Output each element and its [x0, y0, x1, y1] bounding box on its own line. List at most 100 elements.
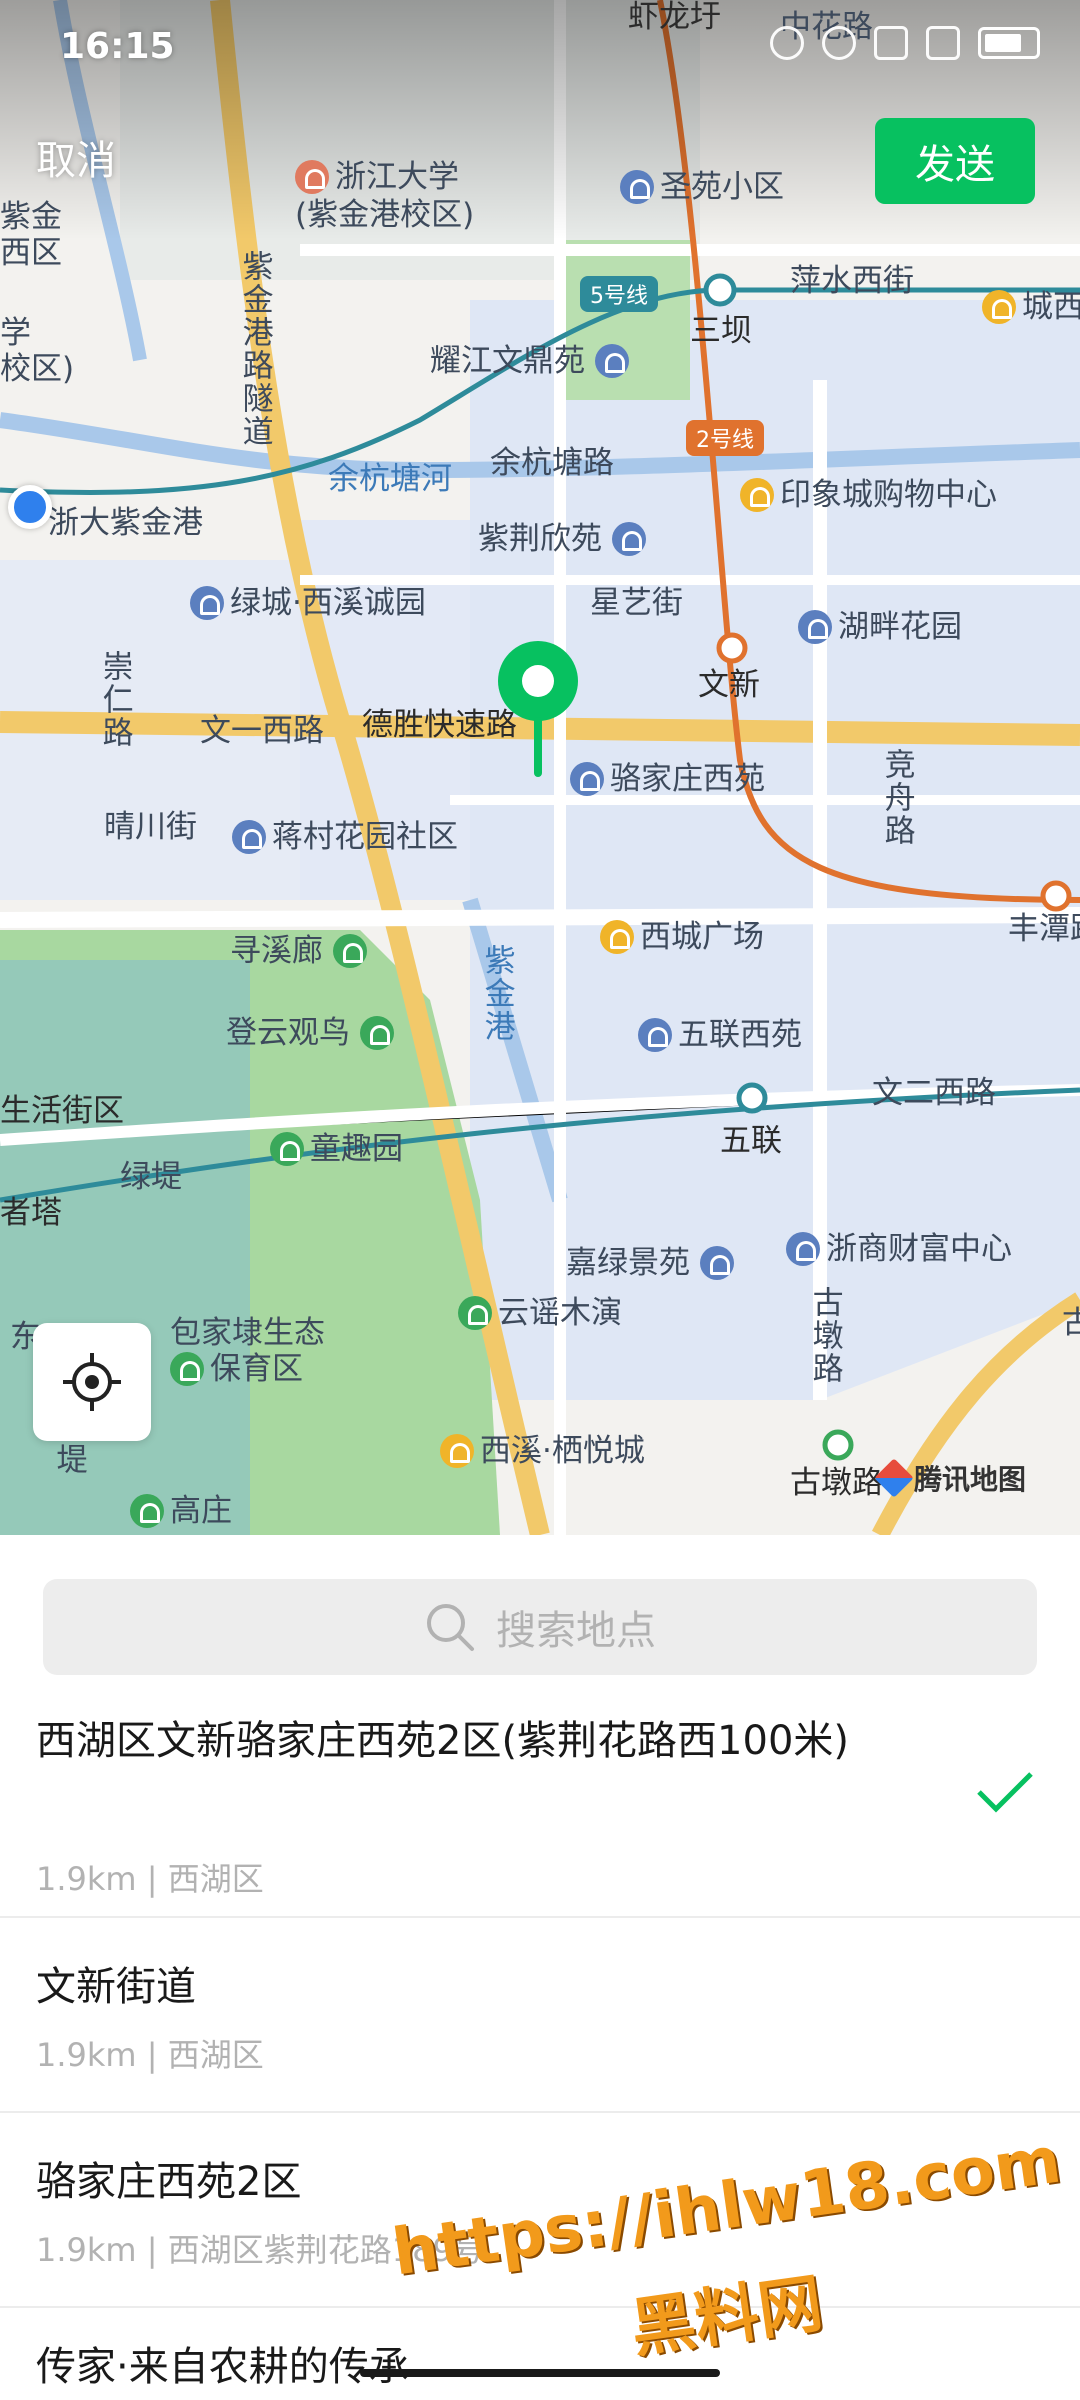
map-label: 保育区: [170, 1351, 303, 1388]
map-label: 浙商财富中心: [786, 1231, 1012, 1268]
locate-me-button[interactable]: [33, 1323, 151, 1441]
map-label: 耀江文鼎苑: [430, 343, 635, 380]
map-label: 三坝: [690, 313, 752, 349]
residence-icon: [594, 343, 629, 378]
map-label: 文新: [698, 667, 760, 703]
map-label: 余杭塘路: [490, 445, 614, 481]
status-icons: [770, 26, 1040, 60]
park-icon: [130, 1493, 164, 1528]
map-label: 丰潭路: [1008, 911, 1080, 947]
map-label: 古: [1062, 1305, 1080, 1341]
map-label: 浙江大学: [295, 159, 459, 196]
map-label: 骆家庄西苑: [570, 761, 765, 798]
checkmark-icon: [977, 1772, 1033, 1813]
cancel-button[interactable]: 取消: [36, 128, 116, 186]
map-label: 云谣木演: [458, 1295, 622, 1332]
result-subtitle: 1.9km | 西湖区: [36, 2036, 264, 2074]
residence-icon: [798, 609, 832, 644]
residence-icon: [190, 585, 224, 620]
map-label: 绿堤: [120, 1159, 182, 1195]
location-result-item[interactable]: 西湖区文新骆家庄西苑2区(紫荆花路西100米) 1.9km | 西湖区: [0, 1708, 1080, 1918]
hd-icon: [874, 26, 908, 60]
residence-icon: [638, 1017, 672, 1052]
park-icon: [458, 1295, 492, 1330]
crosshair-icon: [63, 1353, 121, 1411]
metro-line-5-badge: 5号线: [580, 276, 658, 312]
mall-icon: [440, 1433, 474, 1468]
map-label: 紫金港: [478, 944, 515, 1043]
mall-icon: [740, 477, 774, 512]
park-icon: [359, 1015, 394, 1050]
map-label: 包家埭生态: [170, 1315, 325, 1351]
map-label: 五联: [720, 1123, 782, 1159]
map-label: 紫金: [0, 199, 62, 235]
map-provider-logo: 腾讯地图: [874, 1458, 1026, 1498]
location-result-item[interactable]: 传家·来自农耕的传承: [0, 2308, 1080, 2400]
map-label: 古墩路: [790, 1465, 883, 1501]
status-time: 16:15: [60, 26, 175, 67]
map-label: 校区): [0, 351, 75, 387]
map-label: 登云观鸟: [226, 1015, 400, 1052]
map-label: 五联西苑: [638, 1017, 802, 1054]
map-label: 紫金港路隧道: [236, 250, 273, 448]
map-label: 童趣园: [270, 1131, 403, 1168]
signal-icon: [926, 26, 960, 60]
residence-icon: [611, 521, 646, 556]
send-button[interactable]: 发送: [875, 118, 1035, 204]
location-pin-icon: [498, 641, 578, 777]
map-label: 高庄: [130, 1493, 232, 1530]
screen: 虾龙圩 中花路 浙江大学 (紫金港校区) 圣苑小区 紫金 西区 学 校区) 5号…: [0, 0, 1080, 2400]
metro-line-2-badge: 2号线: [686, 420, 764, 456]
map-label: 星艺街: [590, 585, 683, 621]
map-label: 城西: [982, 289, 1080, 326]
battery-icon: [978, 27, 1040, 59]
map-label: 蒋村花园社区: [232, 819, 458, 856]
result-title: 文新街道: [36, 1964, 196, 2010]
map-label: 绿城·西溪诚园: [190, 585, 426, 622]
map-label: 西溪·栖悦城: [440, 1433, 645, 1470]
current-location-dot: [8, 485, 52, 529]
map-label: 嘉绿景苑: [566, 1245, 740, 1282]
residence-icon: [232, 819, 266, 854]
map-label: 学: [0, 315, 31, 351]
map-label: 西区: [0, 235, 62, 271]
location-result-item[interactable]: 文新街道 1.9km | 西湖区: [0, 1918, 1080, 2113]
office-icon: [786, 1231, 820, 1266]
mall-icon: [982, 289, 1016, 324]
map-label: 浙大紫金港: [48, 505, 203, 541]
map-label: 余杭塘河: [328, 461, 452, 497]
home-indicator[interactable]: [360, 2369, 720, 2377]
residence-icon: [620, 169, 654, 204]
map-label: 西城广场: [600, 919, 764, 956]
map-label: 崇仁路: [96, 650, 133, 749]
map-label: 萍水西街: [790, 263, 914, 299]
result-title: 西湖区文新骆家庄西苑2区(紫荆花路西100米): [36, 1718, 850, 1764]
park-icon: [170, 1351, 204, 1386]
mall-icon: [600, 919, 634, 954]
residence-icon: [699, 1245, 734, 1280]
map-label: 文一西路: [200, 713, 324, 749]
map-label: 晴川街: [104, 809, 197, 845]
map-label: 印象城购物中心: [740, 477, 997, 514]
search-icon: [427, 1604, 474, 1651]
map-label: 圣苑小区: [620, 169, 784, 206]
location-icon: [822, 26, 856, 60]
result-subtitle: 1.9km | 西湖区: [36, 1860, 264, 1898]
map-label: 文二西路: [872, 1075, 996, 1111]
map-label: (紫金港校区): [295, 197, 475, 233]
bluetooth-icon: [770, 26, 804, 60]
map-label: 湖畔花园: [798, 609, 962, 646]
park-icon: [332, 933, 367, 968]
map-label: 寻溪廊: [230, 933, 373, 970]
map-label: 者塔: [0, 1195, 62, 1231]
park-icon: [270, 1131, 304, 1166]
university-icon: [295, 159, 329, 194]
map-label: 紫荆欣苑: [478, 521, 652, 558]
map-view[interactable]: 虾龙圩 中花路 浙江大学 (紫金港校区) 圣苑小区 紫金 西区 学 校区) 5号…: [0, 0, 1080, 1535]
map-label: 生活街区: [0, 1093, 124, 1129]
search-input[interactable]: 搜索地点: [43, 1579, 1037, 1675]
search-placeholder: 搜索地点: [496, 1608, 656, 1654]
tencent-map-icon: [874, 1458, 914, 1498]
map-label: 竞舟路: [878, 748, 915, 847]
map-label: 古墩路: [806, 1286, 843, 1385]
